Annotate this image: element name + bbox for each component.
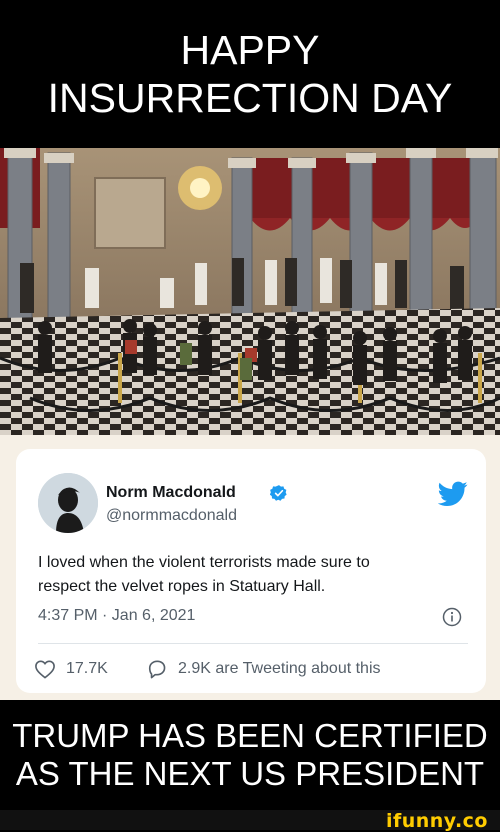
statuary-hall-illustration	[0, 148, 500, 435]
info-icon[interactable]	[442, 607, 462, 627]
statuary-hall-photo	[0, 148, 500, 435]
tweet-text-line-1: I loved when the violent terrorists made…	[38, 554, 370, 571]
avatar[interactable]	[38, 473, 98, 533]
bottom-caption: TRUMP HAS BEEN CERTIFIED AS THE NEXT US …	[0, 700, 500, 810]
meme-page: HAPPY INSURRECTION DAY Norm Macdonald @n…	[0, 0, 500, 832]
tweet-text-line-2: respect the velvet ropes in Statuary Hal…	[38, 578, 326, 595]
speech-bubble-icon	[148, 660, 166, 679]
top-caption-line-1: HAPPY	[180, 27, 320, 73]
ifunny-watermark[interactable]: ifunny.co	[386, 810, 488, 832]
bottom-caption-line-1: TRUMP HAS BEEN CERTIFIED	[12, 717, 488, 754]
heart-icon	[35, 660, 55, 679]
tweet-timestamp[interactable]: 4:37 PM · Jan 6, 2021	[38, 607, 195, 625]
bottom-caption-line-2: AS THE NEXT US PRESIDENT	[15, 755, 485, 792]
tweet-card: Norm Macdonald @normmacdonald I loved wh…	[16, 449, 486, 693]
verified-badge-icon	[270, 485, 287, 501]
tweet-author-name[interactable]: Norm Macdonald	[106, 484, 236, 502]
reply-stat[interactable]: 2.9K are Tweeting about this	[146, 659, 381, 679]
tweet-text: I loved when the violent terrorists made…	[38, 551, 468, 599]
like-stat[interactable]: 17.7K	[34, 659, 108, 679]
footer-bar: ifunny.co	[0, 810, 500, 832]
avatar-silhouette-icon	[38, 473, 98, 533]
twitter-bird-icon[interactable]	[438, 481, 468, 507]
like-count: 17.7K	[66, 660, 108, 677]
tweet-author-handle[interactable]: @normmacdonald	[106, 507, 237, 525]
reply-count: 2.9K are Tweeting about this	[178, 660, 381, 677]
tweet-divider	[38, 643, 468, 644]
top-caption: HAPPY INSURRECTION DAY	[0, 0, 500, 148]
top-caption-line-2: INSURRECTION DAY	[47, 75, 453, 121]
tweet-screenshot: Norm Macdonald @normmacdonald I loved wh…	[0, 435, 500, 700]
